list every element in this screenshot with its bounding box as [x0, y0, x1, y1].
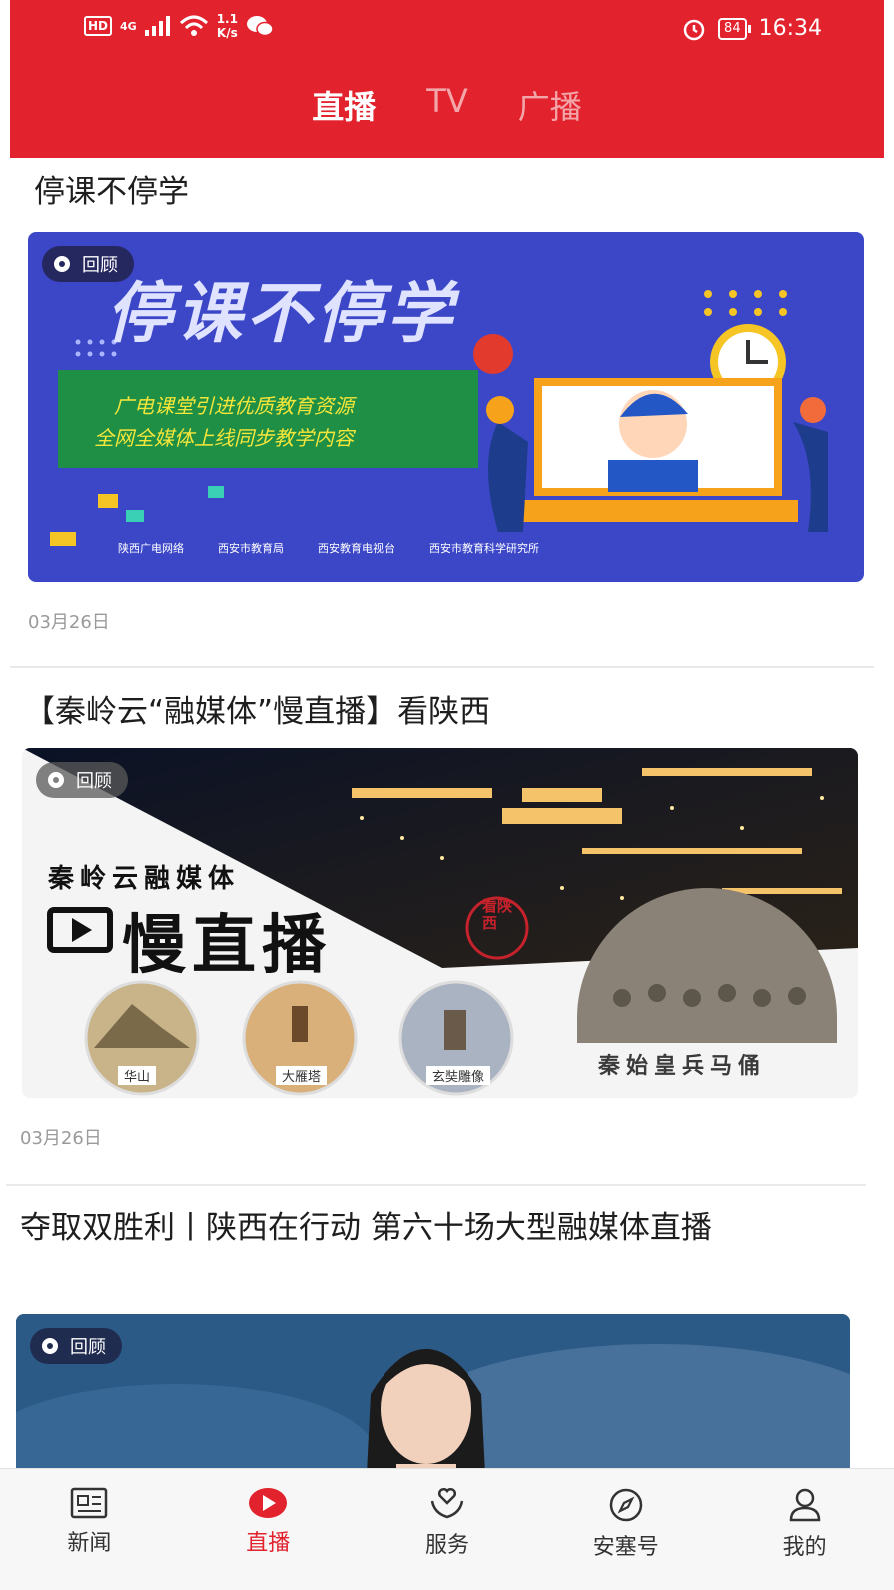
- battery-indicator: 84: [718, 17, 751, 40]
- divider: [10, 666, 874, 668]
- poster-spot: 玄奘雕像: [426, 1066, 491, 1085]
- net-speed: 1.1 K/s: [216, 12, 238, 40]
- tab-radio[interactable]: 广播: [518, 82, 582, 128]
- wechat-icon: [246, 16, 274, 37]
- nav-label: 新闻: [67, 1531, 112, 1556]
- replay-badge: 回顾: [42, 246, 134, 282]
- tab-live[interactable]: 直播: [312, 82, 376, 128]
- live-feed[interactable]: 停课不停学 停课不停学 广电课堂引进优质教育资源 全网全媒体上线同步教学内容 陕…: [0, 158, 894, 1468]
- poster-line-2: 全网全媒体上线同步教学内容: [94, 426, 354, 450]
- news-anchor-art: [16, 1314, 850, 1468]
- newspaper-icon: [71, 1487, 108, 1519]
- poster-logo: 陕西广电网络: [118, 542, 184, 555]
- clock: 16:34: [758, 16, 822, 41]
- feed-item-date: 03月26日: [20, 1128, 102, 1149]
- play-icon: [249, 1488, 288, 1518]
- feed-item-title[interactable]: 停课不停学: [34, 170, 189, 214]
- replay-badge-label: 回顾: [76, 771, 112, 792]
- feed-item-thumbnail[interactable]: 秦岭云融媒体 慢直播 看陕西 华山 大雁塔 玄奘雕像 秦始皇兵马俑 回顾: [22, 748, 858, 1098]
- alarm-icon: [683, 19, 705, 40]
- feed-item-date: 03月26日: [28, 612, 110, 633]
- poster-logo: 西安市教育科学研究所: [429, 542, 539, 555]
- nav-service[interactable]: 服务: [358, 1469, 537, 1590]
- signal-icon: [144, 16, 170, 36]
- bottom-nav: 新闻 直播 服务 安塞号 我的: [0, 1468, 894, 1590]
- poster-line-1: 广电课堂引进优质教育资源: [114, 394, 354, 418]
- tab-tv[interactable]: TV: [426, 82, 467, 128]
- nav-me[interactable]: 我的: [715, 1469, 894, 1590]
- poster-headline: 停课不停学: [106, 275, 456, 352]
- replay-badge: 回顾: [30, 1328, 122, 1364]
- nav-news[interactable]: 新闻: [0, 1469, 179, 1590]
- nav-ansai[interactable]: 安塞号: [536, 1469, 715, 1590]
- replay-badge: 回顾: [36, 762, 128, 798]
- wifi-icon: [179, 15, 208, 36]
- nav-label: 直播: [246, 1531, 291, 1556]
- user-icon: [789, 1488, 820, 1522]
- poster-seal: 看陕西: [482, 897, 513, 932]
- poster-spot: 大雁塔: [276, 1066, 328, 1085]
- top-tabs: 直播 TV 广播: [10, 82, 884, 128]
- nav-label: 服务: [424, 1533, 469, 1558]
- network-type: 4G: [120, 19, 137, 33]
- top-header: HD 4G 1.1 K/s 84 16:34 直播 TV 广播: [10, 0, 884, 158]
- replay-icon: [42, 1338, 58, 1354]
- poster-headline: 慢直播: [122, 909, 332, 983]
- replay-icon: [48, 772, 64, 788]
- feed-item-title[interactable]: 【秦岭云“融媒体”慢直播】看陕西: [24, 690, 490, 734]
- poster-spot: 华山: [118, 1066, 157, 1085]
- replay-badge-label: 回顾: [70, 1337, 106, 1358]
- poster-feature: 秦始皇兵马俑: [598, 1054, 767, 1079]
- compass-icon: [609, 1488, 643, 1522]
- hd-badge: HD: [84, 16, 113, 36]
- replay-badge-label: 回顾: [82, 255, 118, 276]
- feed-item-thumbnail[interactable]: 回顾: [16, 1314, 850, 1468]
- poster-logos: 陕西广电网络 西安市教育局 西安教育电视台 西安市教育科学研究所: [118, 540, 539, 556]
- status-bar-left: HD 4G 1.1 K/s: [84, 12, 274, 40]
- poster-brand: 秦岭云融媒体: [48, 864, 241, 894]
- heart-hand-icon: [430, 1488, 464, 1519]
- nav-live[interactable]: 直播: [179, 1469, 358, 1590]
- poster-logo: 西安教育电视台: [318, 542, 395, 555]
- status-bar-right: 84 16:34: [682, 16, 822, 41]
- nav-label: 安塞号: [592, 1535, 659, 1560]
- nav-label: 我的: [782, 1535, 827, 1560]
- divider: [6, 1184, 866, 1186]
- poster-logo: 西安市教育局: [218, 542, 284, 555]
- replay-icon: [54, 256, 70, 272]
- feed-item-thumbnail[interactable]: 停课不停学 广电课堂引进优质教育资源 全网全媒体上线同步教学内容 陕西广电网络 …: [28, 232, 864, 582]
- feed-item-title[interactable]: 夺取双胜利丨陕西在行动 第六十场大型融媒体直播: [20, 1206, 860, 1250]
